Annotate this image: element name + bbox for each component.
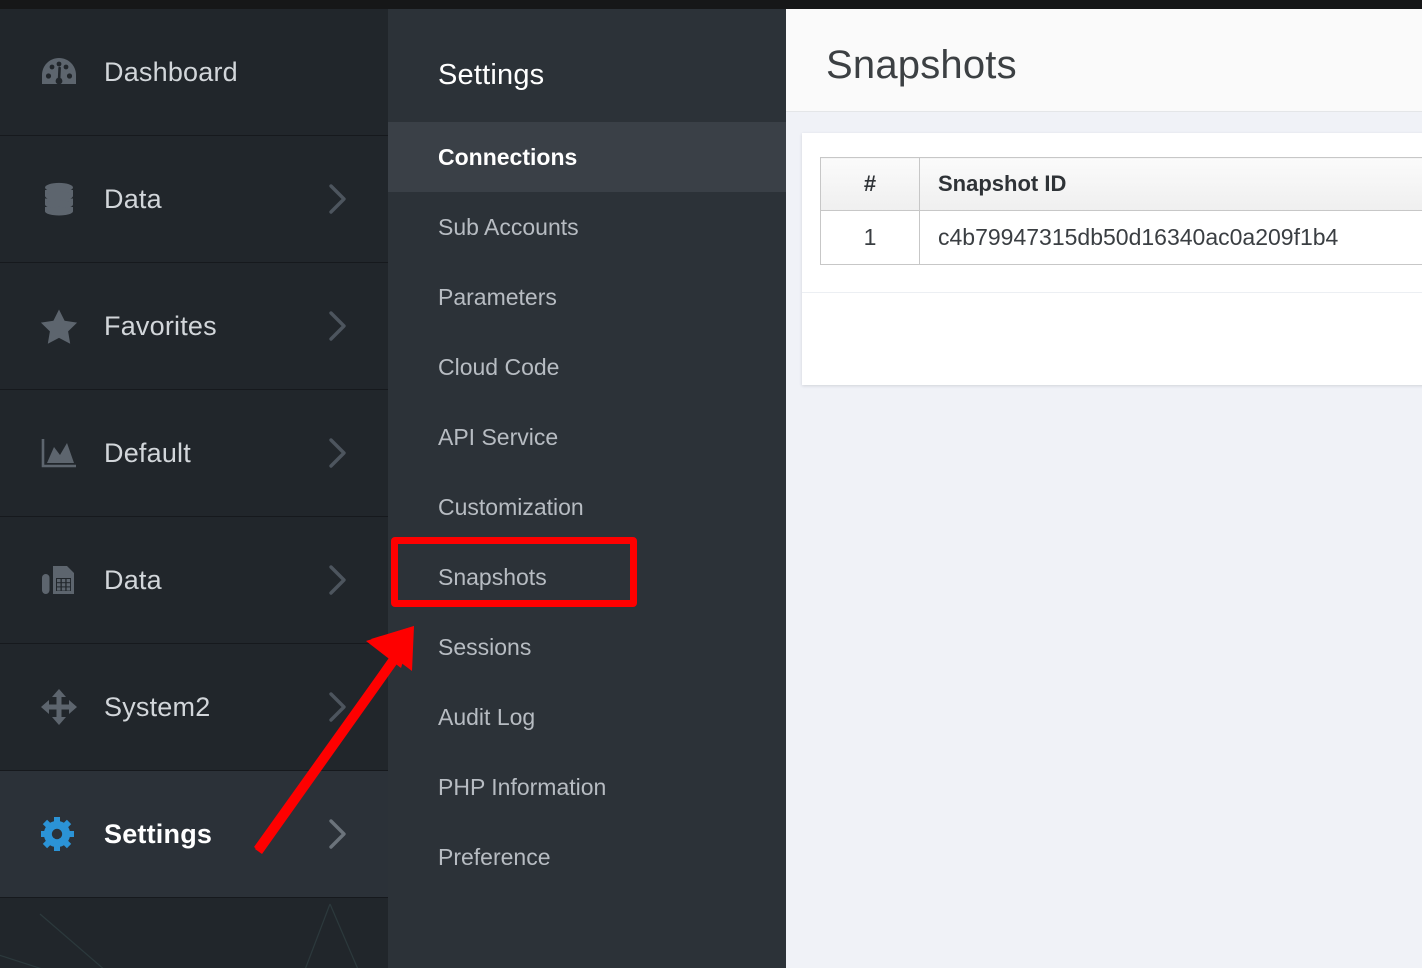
top-bar <box>0 0 1422 9</box>
sidebar-item-label: System2 <box>104 691 211 722</box>
sidebar-item-label: Favorites <box>104 310 217 341</box>
settings-menu-item-connections[interactable]: Connections <box>388 122 786 192</box>
page-title: Snapshots <box>826 43 1017 87</box>
cell-index: 1 <box>820 210 920 265</box>
sidebar-item-label: Data <box>104 183 162 214</box>
settings-menu-item-sub-accounts[interactable]: Sub Accounts <box>388 192 786 262</box>
cell-snapshot-id: c4b79947315db50d16340ac0a209f1b4 <box>919 210 1422 265</box>
sidebar-item-dashboard[interactable]: Dashboard <box>0 9 388 136</box>
table-header-row: # Snapshot ID <box>820 157 1422 211</box>
star-icon <box>36 306 82 346</box>
sidebar-item-data-database[interactable]: Data <box>0 136 388 263</box>
settings-menu-item-cloud-code[interactable]: Cloud Code <box>388 332 786 402</box>
settings-menu-item-api-service[interactable]: API Service <box>388 402 786 472</box>
settings-menu-item-sessions[interactable]: Sessions <box>388 612 786 682</box>
sidebar-item-label: Settings <box>104 818 213 849</box>
content-header: Snapshots <box>786 9 1422 112</box>
settings-menu-item-php-information[interactable]: PHP Information <box>388 752 786 822</box>
chevron-right-icon <box>328 310 348 342</box>
chevron-right-icon <box>328 183 348 215</box>
fax-icon <box>36 560 82 600</box>
sidebar-item-data-fax[interactable]: Data <box>0 517 388 644</box>
sidebar-item-label: Dashboard <box>104 56 238 87</box>
sidebar-item-system2[interactable]: System2 <box>0 644 388 771</box>
app-root: Dashboard Data Favorites Default Data Sy… <box>0 0 1422 968</box>
settings-menu-item-preference[interactable]: Preference <box>388 822 786 892</box>
sidebar-item-settings[interactable]: Settings <box>0 771 388 898</box>
database-icon <box>36 179 82 219</box>
main-content: Snapshots # Snapshot ID 1 c4b79947315db5… <box>786 9 1422 968</box>
gear-icon <box>36 814 82 854</box>
sidebar-nav-list: Dashboard Data Favorites Default Data Sy… <box>0 9 388 898</box>
gauge-icon <box>36 52 82 92</box>
table-row[interactable]: 1 c4b79947315db50d16340ac0a209f1b4 <box>820 210 1422 265</box>
settings-menu-item-parameters[interactable]: Parameters <box>388 262 786 332</box>
sidebar-item-default[interactable]: Default <box>0 390 388 517</box>
sidebar-item-label: Data <box>104 564 162 595</box>
primary-sidebar: Dashboard Data Favorites Default Data Sy… <box>0 9 388 968</box>
sidebar-item-favorites[interactable]: Favorites <box>0 263 388 390</box>
sidebar-item-label: Default <box>104 437 191 468</box>
chevron-right-icon <box>328 691 348 723</box>
panel-divider <box>802 292 1422 293</box>
settings-menu-item-snapshots[interactable]: Snapshots <box>388 542 786 612</box>
settings-menu-list: Connections Sub Accounts Parameters Clou… <box>388 122 786 892</box>
settings-menu-item-audit-log[interactable]: Audit Log <box>388 682 786 752</box>
settings-menu-item-customization[interactable]: Customization <box>388 472 786 542</box>
area-chart-icon <box>36 433 82 473</box>
column-header-index: # <box>820 157 920 211</box>
chevron-right-icon <box>328 437 348 469</box>
chevron-right-icon <box>328 818 348 850</box>
column-header-snapshot-id: Snapshot ID <box>919 157 1422 211</box>
chevron-right-icon <box>328 564 348 596</box>
settings-subpanel: Settings Connections Sub Accounts Parame… <box>388 9 786 968</box>
subpanel-title: Settings <box>438 59 545 91</box>
snapshots-table: # Snapshot ID 1 c4b79947315db50d16340ac0… <box>820 157 1422 265</box>
snapshots-panel: # Snapshot ID 1 c4b79947315db50d16340ac0… <box>802 133 1422 385</box>
move-arrows-icon <box>36 687 82 727</box>
